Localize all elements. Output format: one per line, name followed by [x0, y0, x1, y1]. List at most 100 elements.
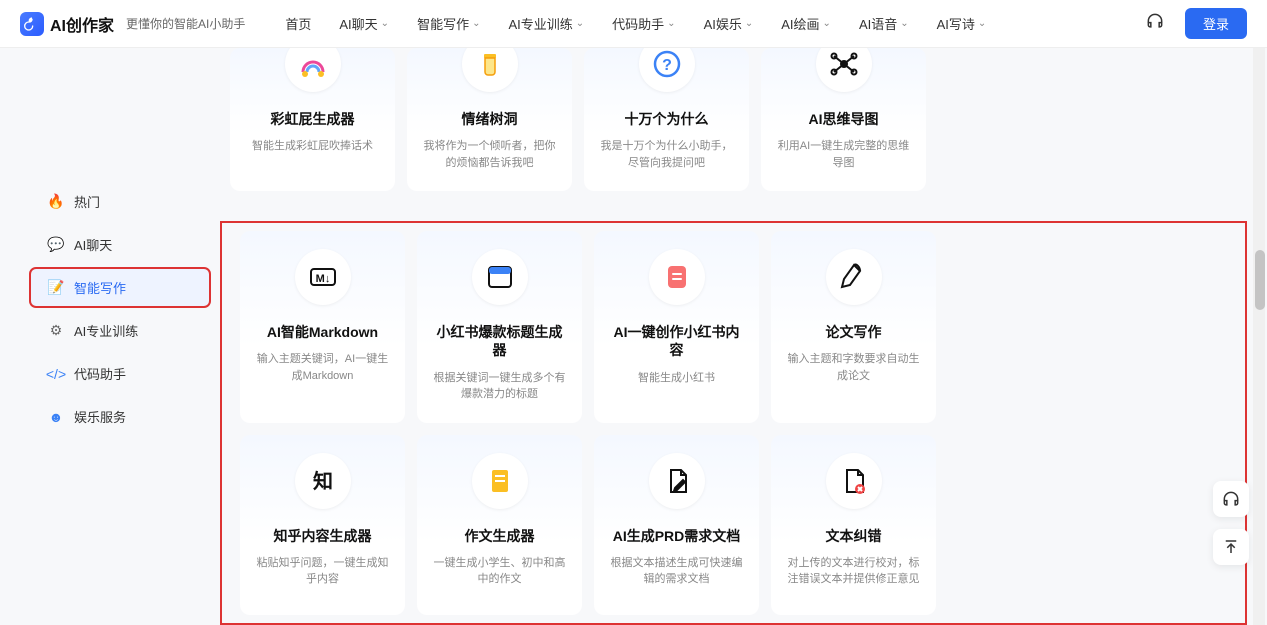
nav-item-1[interactable]: AI聊天⌄: [339, 14, 389, 33]
nav-item-8[interactable]: AI写诗⌄: [937, 14, 987, 33]
note-icon: [649, 249, 705, 305]
sidebar: 🔥 热门 💬 AI聊天 📝 智能写作 ⚙ AI专业训练 </> 代码助手 ☻ 娱乐服务: [20, 48, 220, 625]
card-desc: 我将作为一个倾听者，把你的烦恼都告诉我吧: [421, 138, 558, 171]
main-card-grid: M↓ AI智能Markdown 输入主题关键词，AI一键生成Markdown 小红书爆…: [230, 231, 1237, 614]
svg-text:知: 知: [313, 469, 333, 493]
card[interactable]: 情绪树洞我将作为一个倾听者，把你的烦恼都告诉我吧: [407, 48, 572, 191]
card[interactable]: 彩虹屁生成器智能生成彩虹屁吹捧话术: [230, 48, 395, 191]
back-to-top-button[interactable]: [1213, 529, 1249, 565]
card-title: 小红书爆款标题生成器: [431, 323, 568, 359]
card-desc: 智能生成彩虹屁吹捧话术: [252, 138, 373, 155]
markdown-icon: M↓: [295, 249, 351, 305]
logo-icon: [20, 12, 44, 36]
svg-text:M↓: M↓: [315, 273, 330, 285]
chevron-down-icon: ⌄: [745, 18, 753, 29]
card-title: AI智能Markdown: [267, 323, 378, 341]
sidebar-icon: ☻: [48, 409, 64, 425]
sidebar-icon: 💬: [48, 237, 64, 253]
card[interactable]: 论文写作输入主题和字数要求自动生成论文: [771, 231, 936, 422]
card-title: 作文生成器: [465, 527, 535, 545]
sidebar-item-5[interactable]: ☻ 娱乐服务: [30, 397, 210, 436]
sidebar-icon: 📝: [48, 280, 64, 296]
sidebar-icon: 🔥: [48, 194, 64, 210]
logo-subtitle: 更懂你的智能AI小助手: [126, 15, 245, 32]
card-title: 知乎内容生成器: [274, 527, 372, 545]
chevron-down-icon: ⌄: [576, 18, 584, 29]
card-title: AI一键创作小红书内容: [608, 323, 745, 359]
card[interactable]: 知知乎内容生成器粘贴知乎问题，一键生成知乎内容: [240, 435, 405, 615]
card-desc: 智能生成小红书: [638, 370, 715, 387]
card-title: 文本纠错: [826, 527, 882, 545]
card-title: AI生成PRD需求文档: [613, 527, 741, 545]
doc-icon: [472, 453, 528, 509]
nav-item-5[interactable]: AI娱乐⌄: [704, 14, 754, 33]
sidebar-item-4[interactable]: </> 代码助手: [30, 354, 210, 393]
sidebar-item-0[interactable]: 🔥 热门: [30, 182, 210, 221]
zhi-icon: 知: [295, 453, 351, 509]
card-title: 十万个为什么: [625, 110, 709, 128]
card-desc: 根据文本描述生成可快速编辑的需求文档: [608, 555, 745, 588]
top-card-grid: 彩虹屁生成器智能生成彩虹屁吹捧话术情绪树洞我将作为一个倾听者，把你的烦恼都告诉我…: [220, 48, 1247, 191]
card-desc: 输入主题和字数要求自动生成论文: [785, 351, 922, 384]
login-button[interactable]: 登录: [1185, 8, 1247, 39]
card-title: 彩虹屁生成器: [271, 110, 355, 128]
card-desc: 利用AI一键生成完整的思维导图: [775, 138, 912, 171]
sidebar-item-3[interactable]: ⚙ AI专业训练: [30, 311, 210, 350]
card-desc: 对上传的文本进行校对，标注错误文本并提供修正意见: [785, 555, 922, 588]
chevron-down-icon: ⌄: [667, 18, 675, 29]
sidebar-label: AI聊天: [74, 235, 112, 254]
window-icon: [472, 249, 528, 305]
scrollbar-thumb[interactable]: [1255, 250, 1265, 310]
card-title: 情绪树洞: [462, 110, 518, 128]
nav-item-2[interactable]: 智能写作⌄: [417, 14, 480, 33]
card[interactable]: ? 十万个为什么我是十万个为什么小助手，尽管向我提问吧: [584, 48, 749, 191]
logo-text: AI创作家: [50, 12, 114, 36]
sidebar-label: AI专业训练: [74, 321, 138, 340]
content: 🔥 热门 💬 AI聊天 📝 智能写作 ⚙ AI专业训练 </> 代码助手 ☻ 娱乐服务 彩虹屁生成器智…: [0, 48, 1267, 625]
sidebar-label: 娱乐服务: [74, 407, 126, 426]
chevron-down-icon: ⌄: [381, 18, 389, 29]
support-icon[interactable]: [1145, 11, 1165, 36]
docedit-icon: [649, 453, 705, 509]
topbar-right: 登录: [1145, 8, 1247, 39]
scrollbar-track[interactable]: [1253, 48, 1265, 625]
card[interactable]: AI一键创作小红书内容智能生成小红书: [594, 231, 759, 422]
nav-item-6[interactable]: AI绘画⌄: [781, 14, 831, 33]
topbar: AI创作家 更懂你的智能AI小助手 首页 AI聊天⌄ 智能写作⌄ AI专业训练⌄ 代码助…: [0, 0, 1267, 48]
logo-area[interactable]: AI创作家: [20, 12, 114, 36]
card-desc: 输入主题关键词，AI一键生成Markdown: [254, 351, 391, 384]
sidebar-item-1[interactable]: 💬 AI聊天: [30, 225, 210, 264]
sidebar-label: 热门: [74, 192, 100, 211]
nav-item-4[interactable]: 代码助手⌄: [612, 14, 675, 33]
sidebar-icon: ⚙: [48, 323, 64, 339]
card[interactable]: M↓ AI智能Markdown 输入主题关键词，AI一键生成Markdown: [240, 231, 405, 422]
svg-text:?: ?: [662, 57, 672, 74]
main: 彩虹屁生成器智能生成彩虹屁吹捧话术情绪树洞我将作为一个倾听者，把你的烦恼都告诉我…: [220, 48, 1247, 625]
nav: 首页 AI聊天⌄ 智能写作⌄ AI专业训练⌄ 代码助手⌄ AI娱乐⌄ AI绘画⌄ AI语音⌄ A…: [285, 14, 986, 33]
float-support-button[interactable]: [1213, 481, 1249, 517]
nav-item-7[interactable]: AI语音⌄: [859, 14, 909, 33]
card[interactable]: 文本纠错对上传的文本进行校对，标注错误文本并提供修正意见: [771, 435, 936, 615]
nav-item-0[interactable]: 首页: [285, 14, 311, 33]
card-desc: 一键生成小学生、初中和高中的作文: [431, 555, 568, 588]
card[interactable]: 小红书爆款标题生成器根据关键词一键生成多个有爆款潜力的标题: [417, 231, 582, 422]
card-desc: 我是十万个为什么小助手，尽管向我提问吧: [598, 138, 735, 171]
pen-icon: [826, 249, 882, 305]
card[interactable]: AI思维导图利用AI一键生成完整的思维导图: [761, 48, 926, 191]
float-buttons: [1213, 481, 1249, 565]
sidebar-icon: </>: [48, 366, 64, 382]
card-title: AI思维导图: [809, 110, 879, 128]
sidebar-item-2[interactable]: 📝 智能写作: [30, 268, 210, 307]
card[interactable]: 作文生成器一键生成小学生、初中和高中的作文: [417, 435, 582, 615]
card-desc: 根据关键词一键生成多个有爆款潜力的标题: [431, 370, 568, 403]
sidebar-label: 智能写作: [74, 278, 126, 297]
sidebar-label: 代码助手: [74, 364, 126, 383]
chevron-down-icon: ⌄: [823, 18, 831, 29]
card-title: 论文写作: [826, 323, 882, 341]
chevron-down-icon: ⌄: [472, 18, 480, 29]
chevron-down-icon: ⌄: [978, 18, 986, 29]
nav-item-3[interactable]: AI专业训练⌄: [508, 14, 584, 33]
card[interactable]: AI生成PRD需求文档根据文本描述生成可快速编辑的需求文档: [594, 435, 759, 615]
docerr-icon: [826, 453, 882, 509]
chevron-down-icon: ⌄: [900, 18, 908, 29]
